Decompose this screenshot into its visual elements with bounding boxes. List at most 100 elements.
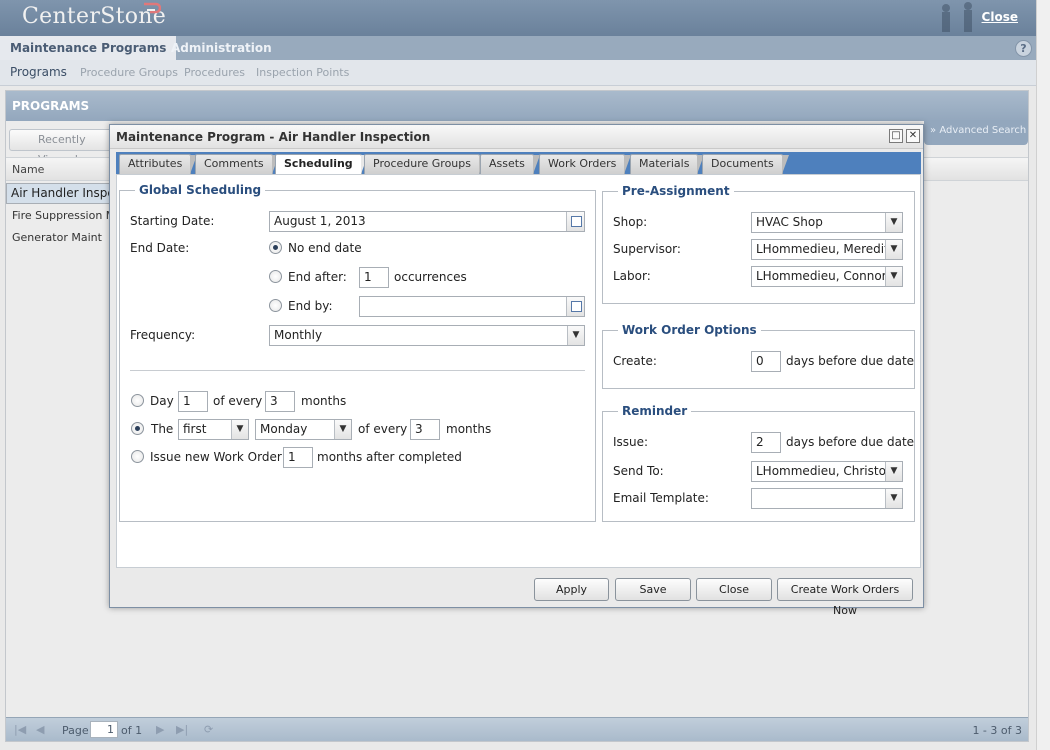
chevron-down-icon: ▼ bbox=[885, 213, 902, 232]
chevron-down-icon: ▼ bbox=[567, 326, 584, 345]
tab-materials[interactable]: Materials bbox=[630, 154, 705, 174]
tab-comments[interactable]: Comments bbox=[195, 154, 279, 174]
issue-label: Issue: bbox=[613, 435, 649, 449]
column-name-header[interactable]: Name bbox=[12, 163, 44, 176]
window-scrollbar[interactable] bbox=[1036, 0, 1050, 750]
chevron-down-icon: ▼ bbox=[885, 267, 902, 286]
subnav-procedures[interactable]: Procedures bbox=[184, 66, 245, 79]
labor-label: Labor: bbox=[613, 269, 651, 283]
starting-date-label: Starting Date: bbox=[130, 214, 215, 228]
apply-button[interactable]: Apply bbox=[534, 578, 609, 601]
maintenance-program-dialog: Maintenance Program - Air Handler Inspec… bbox=[109, 124, 924, 617]
end-after-input[interactable]: 1 bbox=[359, 267, 389, 288]
the-months-input[interactable]: 3 bbox=[410, 419, 440, 440]
nav-tab-maintenance-programs[interactable]: Maintenance Programs bbox=[0, 36, 177, 60]
frequency-label: Frequency: bbox=[130, 328, 196, 342]
dialog-titlebar[interactable]: Maintenance Program - Air Handler Inspec… bbox=[110, 125, 923, 149]
labor-select[interactable]: LHommedieu, Connor ▼ bbox=[751, 266, 903, 287]
subnav-programs[interactable]: Programs bbox=[10, 65, 67, 79]
close-icon[interactable]: ✕ bbox=[906, 129, 920, 143]
end-by-radio[interactable] bbox=[269, 299, 282, 312]
the-of-every-label: of every bbox=[358, 422, 408, 436]
no-end-date-radio[interactable] bbox=[269, 241, 282, 254]
dialog-title: Maintenance Program - Air Handler Inspec… bbox=[116, 130, 431, 144]
weekday-value: Monday bbox=[260, 422, 308, 436]
app-header: CenterStone Close bbox=[0, 0, 1036, 36]
shop-label: Shop: bbox=[613, 215, 648, 229]
end-after-radio[interactable] bbox=[269, 270, 282, 283]
day-label: Day bbox=[150, 394, 174, 408]
first-page-icon[interactable]: |◀ bbox=[14, 723, 26, 736]
day-radio[interactable] bbox=[131, 394, 144, 407]
send-to-select[interactable]: LHommedieu, Christoph ▼ bbox=[751, 461, 903, 482]
the-months-label: months bbox=[446, 422, 492, 436]
ordinal-value: first bbox=[183, 422, 207, 436]
shop-select[interactable]: HVAC Shop ▼ bbox=[751, 212, 903, 233]
recently-viewed-button[interactable]: Recently Viewed bbox=[9, 129, 119, 166]
last-page-icon[interactable]: ▶| bbox=[176, 723, 188, 736]
maximize-icon[interactable]: □ bbox=[889, 129, 903, 143]
next-page-icon[interactable]: ▶ bbox=[156, 723, 164, 736]
global-scheduling-group: Global Scheduling bbox=[119, 183, 596, 522]
chevron-down-icon: » bbox=[930, 125, 937, 136]
send-to-label: Send To: bbox=[613, 464, 664, 478]
subnav-inspection-points[interactable]: Inspection Points bbox=[256, 66, 349, 79]
the-radio[interactable] bbox=[131, 422, 144, 435]
nav-tab-administration[interactable]: Administration bbox=[161, 36, 282, 60]
list-item[interactable]: Generator Maint bbox=[6, 227, 114, 249]
calendar-icon[interactable] bbox=[566, 297, 584, 316]
supervisor-select[interactable]: LHommedieu, Meredith ▼ bbox=[751, 239, 903, 260]
labor-value: LHommedieu, Connor bbox=[756, 269, 887, 283]
list-item[interactable]: Fire Suppression Maint bbox=[6, 205, 114, 227]
tab-assets[interactable]: Assets bbox=[480, 154, 540, 174]
no-end-date-label: No end date bbox=[288, 241, 362, 255]
tab-work-orders[interactable]: Work Orders bbox=[539, 154, 632, 174]
page-input[interactable]: 1 bbox=[90, 721, 118, 738]
starting-date-input[interactable]: August 1, 2013 bbox=[269, 211, 585, 232]
tab-scheduling[interactable]: Scheduling bbox=[275, 154, 368, 176]
send-to-value: LHommedieu, Christoph bbox=[756, 464, 902, 478]
reminder-legend: Reminder bbox=[622, 404, 688, 418]
create-label: Create: bbox=[613, 354, 657, 368]
create-work-orders-button[interactable]: Create Work Orders Now bbox=[777, 578, 913, 617]
help-icon[interactable]: ? bbox=[1015, 40, 1032, 57]
save-button[interactable]: Save bbox=[615, 578, 691, 601]
close-button[interactable]: Close bbox=[696, 578, 772, 601]
frequency-select[interactable]: Monthly ▼ bbox=[269, 325, 585, 346]
prev-page-icon[interactable]: ◀ bbox=[36, 723, 44, 736]
issue-days-input[interactable]: 2 bbox=[751, 432, 781, 453]
subnav-procedure-groups[interactable]: Procedure Groups bbox=[80, 66, 178, 79]
calendar-icon[interactable] bbox=[566, 212, 584, 231]
record-count: 1 - 3 of 3 bbox=[972, 724, 1022, 737]
list-item[interactable]: Air Handler Inspection bbox=[6, 183, 114, 204]
weekday-select[interactable]: Monday ▼ bbox=[255, 419, 352, 440]
app-close-link[interactable]: Close bbox=[982, 10, 1018, 24]
end-by-input[interactable] bbox=[359, 296, 585, 317]
email-template-label: Email Template: bbox=[613, 491, 709, 505]
create-days-input[interactable]: 0 bbox=[751, 351, 781, 372]
tab-documents[interactable]: Documents bbox=[702, 154, 789, 174]
tab-procedure-groups[interactable]: Procedure Groups bbox=[364, 154, 486, 174]
work-order-options-legend: Work Order Options bbox=[622, 323, 757, 337]
issue-new-wo-radio[interactable] bbox=[131, 450, 144, 463]
issue-new-wo-input[interactable]: 1 bbox=[283, 447, 313, 468]
pre-assignment-legend: Pre-Assignment bbox=[622, 184, 730, 198]
end-after-label: End after: bbox=[288, 270, 347, 284]
end-by-label: End by: bbox=[288, 299, 333, 313]
tab-attributes[interactable]: Attributes bbox=[119, 154, 198, 174]
logo-icon bbox=[144, 2, 161, 14]
ordinal-select[interactable]: first ▼ bbox=[178, 419, 249, 440]
create-days-before-label: days before due date bbox=[786, 354, 915, 368]
email-template-select[interactable]: ▼ bbox=[751, 488, 903, 509]
day-months-input[interactable]: 3 bbox=[265, 391, 295, 412]
refresh-icon[interactable]: ⟳ bbox=[204, 723, 213, 736]
chevron-down-icon: ▼ bbox=[334, 420, 351, 439]
issue-days-before-label: days before due date bbox=[786, 435, 915, 449]
day-of-every-label: of every bbox=[213, 394, 263, 408]
main-nav: Maintenance Programs Administration ? bbox=[0, 36, 1036, 60]
advanced-search-button[interactable]: » Advanced Search bbox=[924, 121, 1028, 145]
dialog-tabbar: Attributes Comments Scheduling Procedure… bbox=[116, 152, 921, 176]
day-input[interactable]: 1 bbox=[178, 391, 208, 412]
page-label: Page bbox=[62, 724, 89, 737]
frequency-value: Monthly bbox=[274, 328, 323, 342]
